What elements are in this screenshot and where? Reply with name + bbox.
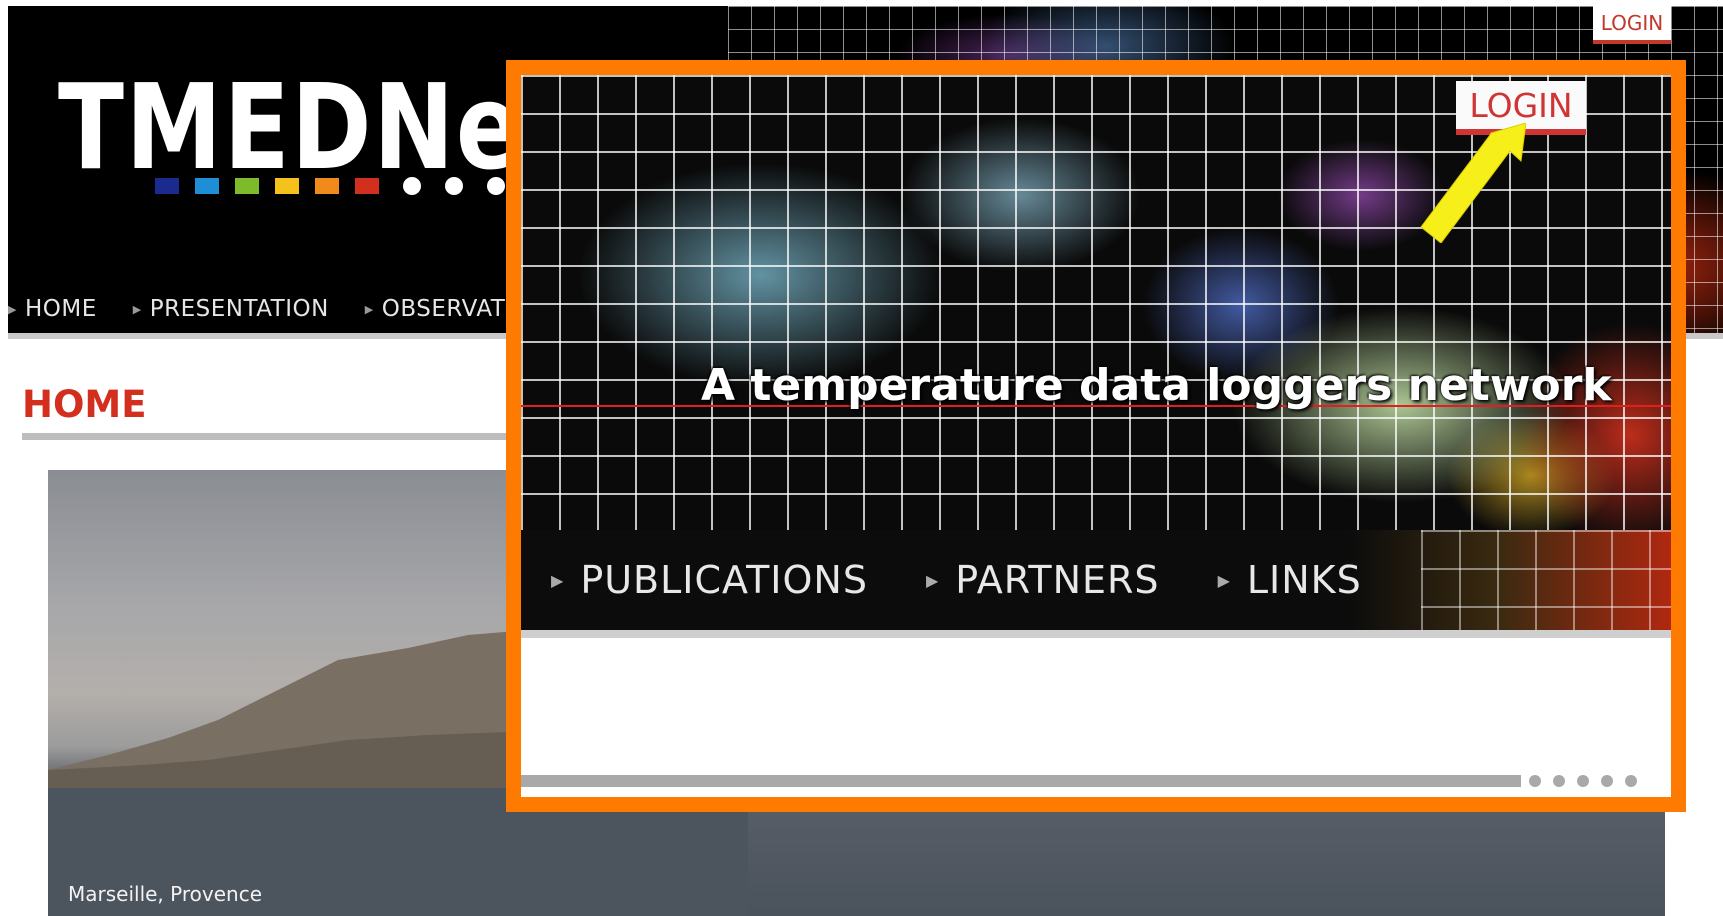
- nav-item-label: PARTNERS: [955, 558, 1160, 602]
- nav-arrow-icon: ▶: [551, 570, 565, 590]
- slider-dot[interactable]: [1577, 775, 1589, 787]
- page-title: HOME: [22, 383, 147, 426]
- nav-arrow-icon: ▶: [132, 302, 142, 316]
- zoom-nav-divider: [521, 630, 1671, 638]
- logo-dot: [403, 177, 421, 195]
- nav-item-label: LINKS: [1246, 558, 1362, 602]
- logo-color-bar: [155, 177, 505, 195]
- logo-square-orange: [315, 178, 339, 194]
- zoom-nav-bar: ▶ PUBLICATIONS ▶ PARTNERS ▶ LINKS: [521, 530, 1671, 630]
- nav-item-label: HOME: [24, 296, 97, 322]
- nav-item-home[interactable]: ▶ HOME: [8, 296, 97, 322]
- logo-square-blue: [155, 178, 179, 194]
- logo-square-yellow: [275, 178, 299, 194]
- zoom-bottom-divider: [521, 775, 1521, 787]
- nav-item-links[interactable]: ▶ LINKS: [1218, 558, 1362, 602]
- slider-dot[interactable]: [1529, 775, 1541, 787]
- logo-dot: [487, 177, 505, 195]
- slider-dot[interactable]: [1601, 775, 1613, 787]
- nav-arrow-icon: ▶: [1217, 570, 1231, 590]
- nav-arrow-icon: ▶: [364, 302, 374, 316]
- nav-item-publications[interactable]: ▶ PUBLICATIONS: [551, 558, 868, 602]
- nav-item-label: PUBLICATIONS: [580, 558, 868, 602]
- photo-caption: Marseille, Provence: [68, 882, 262, 906]
- nav-arrow-icon: ▶: [8, 302, 17, 316]
- nav-grid-overlay: [1421, 530, 1671, 630]
- login-button[interactable]: LOGIN: [1593, 6, 1671, 44]
- nav-item-label: PRESENTATION: [149, 296, 329, 322]
- site-logo[interactable]: TMEDNe: [58, 68, 523, 186]
- logo-dot: [445, 177, 463, 195]
- slider-dot[interactable]: [1553, 775, 1565, 787]
- slider-dots[interactable]: [1529, 775, 1637, 787]
- title-divider: [22, 433, 582, 440]
- slider-dot[interactable]: [1625, 775, 1637, 787]
- logo-square-red: [355, 178, 379, 194]
- nav-item-partners[interactable]: ▶ PARTNERS: [926, 558, 1160, 602]
- banner-tagline: A temperature data loggers network: [701, 360, 1612, 411]
- pointer-arrow-icon: [1420, 123, 1526, 243]
- nav-arrow-icon: ▶: [925, 570, 940, 590]
- logo-square-green: [235, 178, 259, 194]
- logo-square-lightblue: [195, 178, 219, 194]
- nav-item-presentation[interactable]: ▶ PRESENTATION: [133, 296, 329, 322]
- zoom-callout: A temperature data loggers network LOGIN…: [506, 60, 1686, 812]
